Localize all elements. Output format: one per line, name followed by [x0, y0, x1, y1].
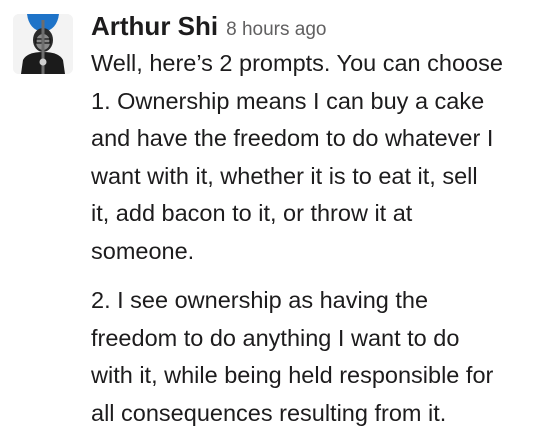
- message-header: Arthur Shi 8 hours ago: [91, 8, 326, 49]
- message-line: want with it, whether it is to eat it, s…: [91, 162, 478, 189]
- message-paragraph-1: Well, here’s 2 prompts. You can choose 1…: [91, 45, 543, 270]
- message-line: 1. Ownership means I can buy a cake: [91, 87, 485, 114]
- message-line: Well, here’s 2 prompts. You can choose: [91, 50, 503, 76]
- user-avatar-icon: [13, 14, 73, 74]
- message-line: with it, while being held responsible fo…: [91, 362, 494, 388]
- message-line: all consequences resulting from it.: [91, 399, 447, 426]
- message-line: freedom to do anything I want to do: [91, 324, 460, 351]
- message-timestamp[interactable]: 8 hours ago: [226, 19, 326, 40]
- message-line: someone.: [91, 237, 195, 264]
- message-line: it, add bacon to it, or throw it at: [91, 200, 413, 226]
- avatar[interactable]: [13, 14, 73, 74]
- message-body: Well, here’s 2 prompts. You can choose 1…: [91, 45, 543, 432]
- message-paragraph-2: 2. I see ownership as having the freedom…: [91, 282, 543, 432]
- chat-message: Arthur Shi 8 hours ago Well, here’s 2 pro…: [0, 0, 549, 444]
- author-name[interactable]: Arthur Shi: [91, 11, 218, 41]
- message-line: and have the freedom to do whatever I: [91, 125, 494, 151]
- message-line: 2. I see ownership as having the: [91, 287, 429, 313]
